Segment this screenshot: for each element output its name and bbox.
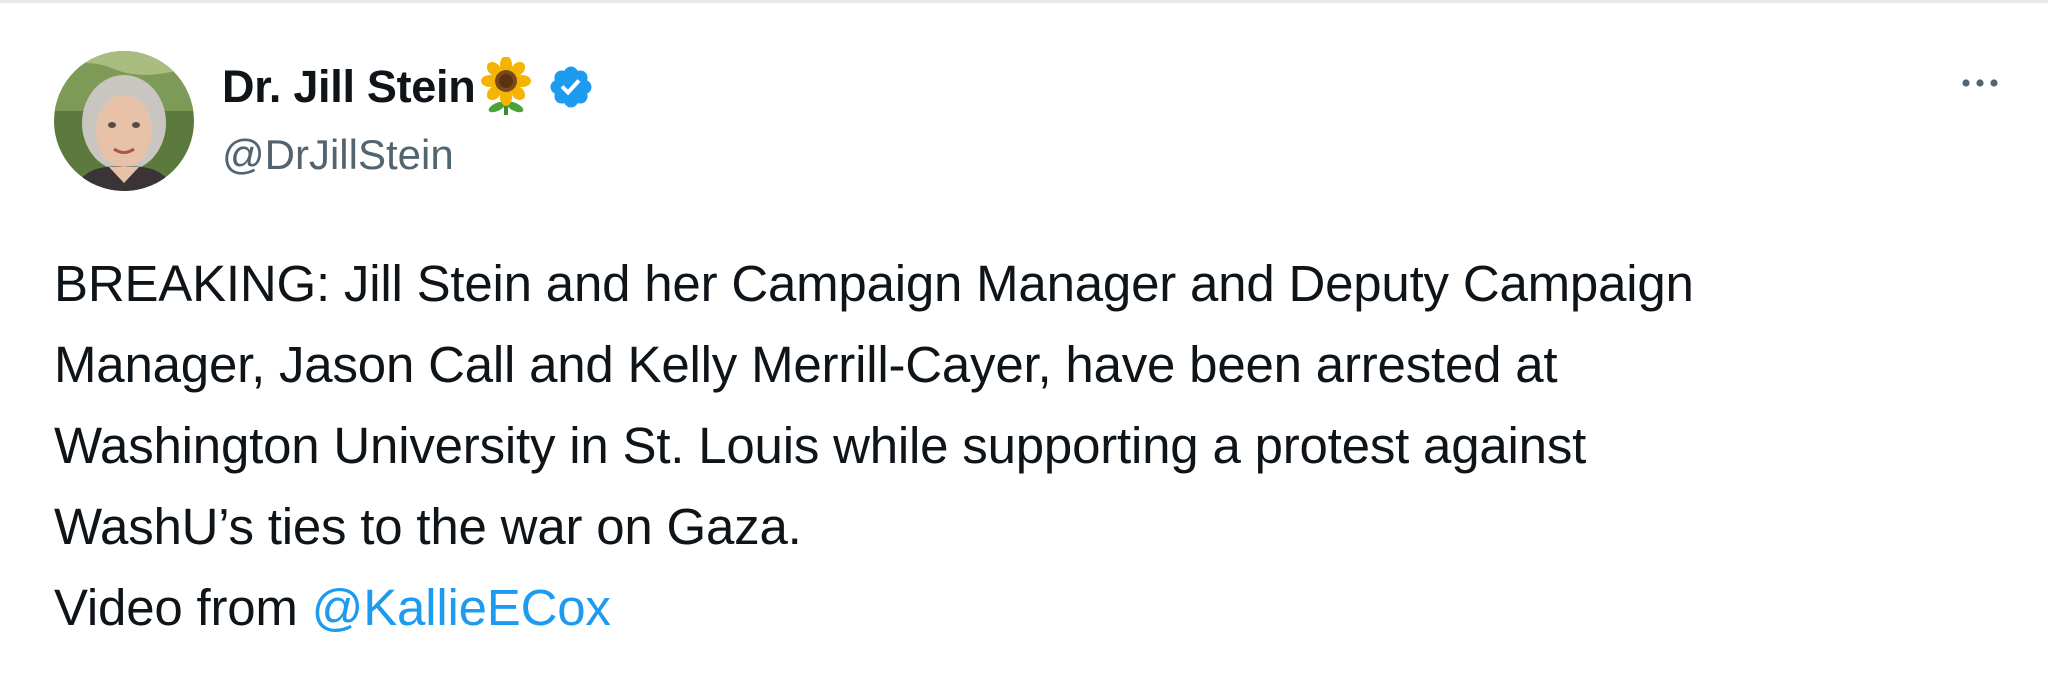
tweet-text-line: Washington University in St. Louis while…	[54, 417, 1587, 474]
author-name-row: Dr. Jill Stein	[222, 55, 595, 119]
video-credit-line: Video from @KallieECox	[54, 567, 2014, 648]
author-handle[interactable]: @DrJillStein	[222, 127, 454, 183]
tweet-card: Dr. Jill Stein @DrJillStein BREAKING: Ji…	[0, 0, 2048, 678]
avatar[interactable]	[54, 51, 194, 191]
verified-badge-icon[interactable]	[547, 63, 595, 111]
sunflower-icon	[477, 56, 535, 117]
more-horizontal-icon	[1962, 79, 1998, 87]
tweet-text-line: Manager, Jason Call and Kelly Merrill-Ca…	[54, 336, 1558, 393]
avatar-photo	[54, 51, 194, 191]
video-credit-prefix: Video from	[54, 579, 312, 636]
mention-link[interactable]: @KallieECox	[312, 579, 611, 636]
tweet-text-line: BREAKING: Jill Stein and her Campaign Ma…	[54, 255, 1694, 312]
more-options-button[interactable]	[1950, 63, 2010, 103]
tweet-text: BREAKING: Jill Stein and her Campaign Ma…	[54, 243, 2014, 648]
tweet-text-line: WashU’s ties to the war on Gaza.	[54, 498, 802, 555]
author-display-name[interactable]: Dr. Jill Stein	[222, 61, 476, 113]
